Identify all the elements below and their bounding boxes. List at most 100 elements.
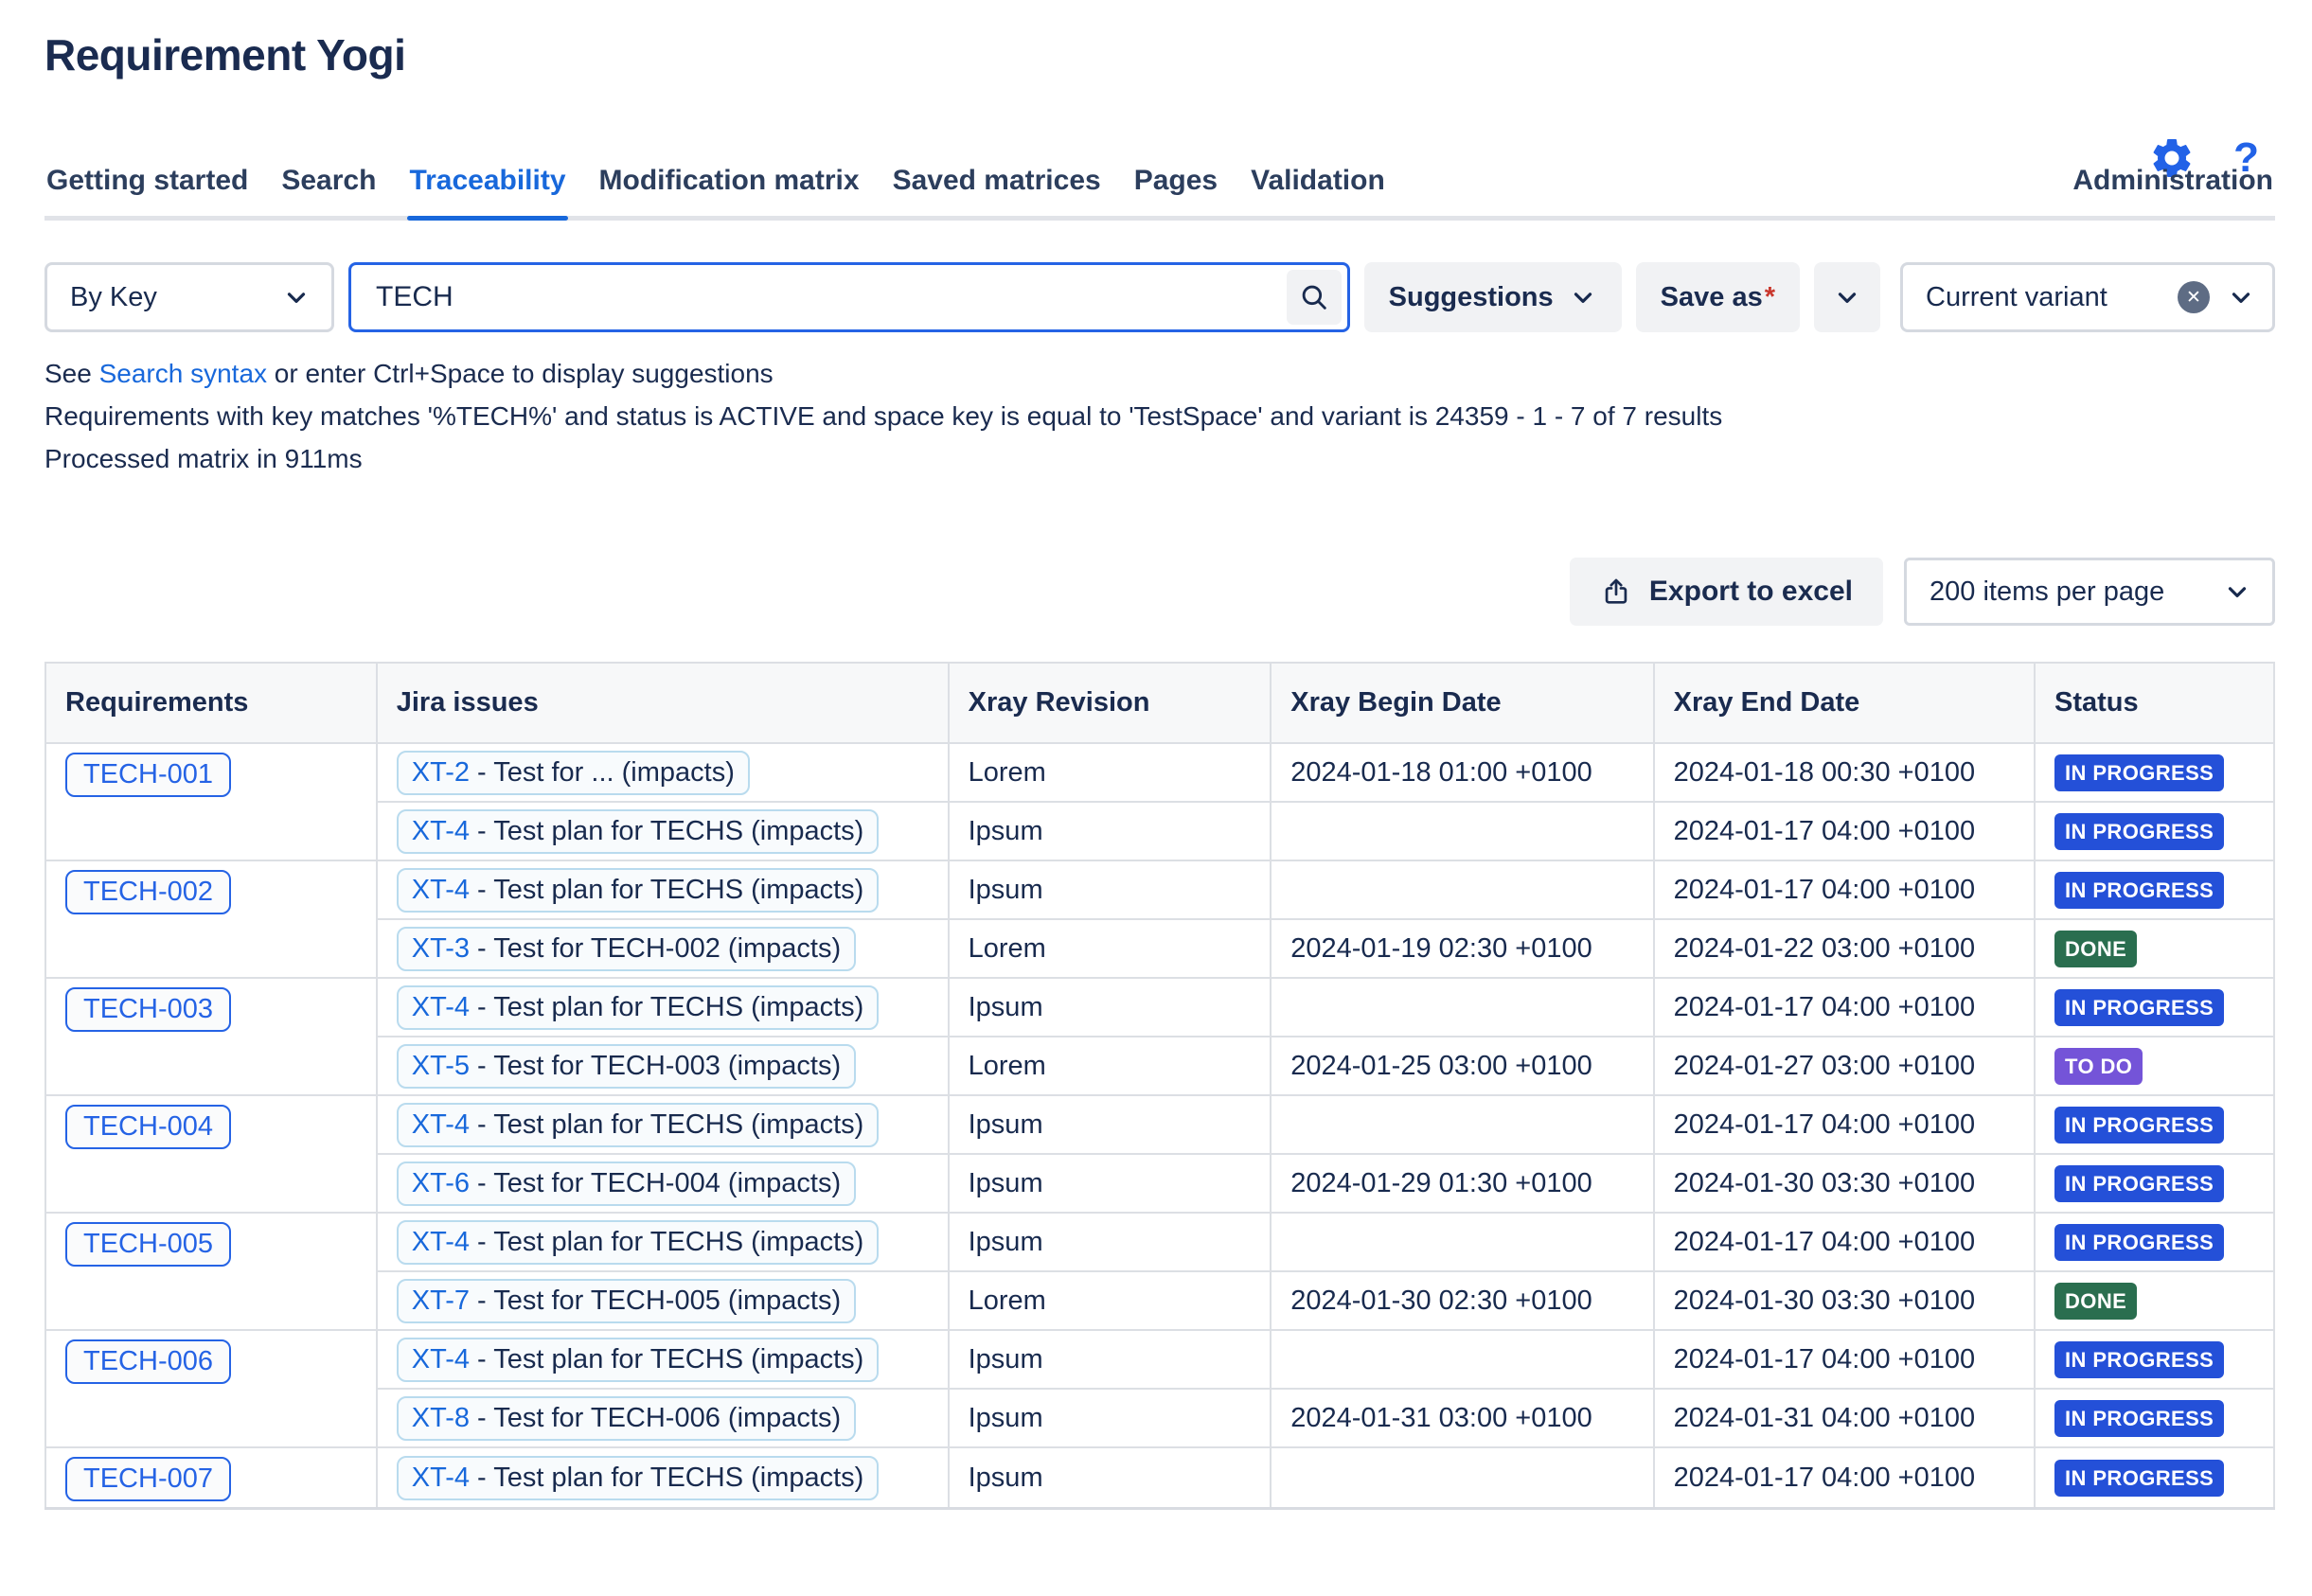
jira-issue-summary: - Test for TECH-003 (impacts) [470,1051,841,1081]
requirement-link[interactable]: TECH-001 [65,753,231,797]
begin-date-cell [1271,1213,1653,1271]
search-syntax-link[interactable]: Search syntax [99,359,267,388]
search-controls: By Key Suggestions Save as* [44,262,2275,332]
tab-pages[interactable]: Pages [1132,165,1219,216]
requirement-cell: TECH-002 [45,860,377,978]
scope-select[interactable]: By Key [44,262,334,332]
suggestions-button[interactable]: Suggestions [1364,262,1622,332]
status-badge: IN PROGRESS [2054,1165,2224,1202]
clear-variant-icon[interactable]: ✕ [2178,281,2210,313]
requirement-link[interactable]: TECH-006 [65,1339,231,1384]
jira-issue-cell: XT-4 - Test plan for TECHS (impacts) [377,1447,949,1509]
variant-select[interactable]: Current variant ✕ [1900,262,2275,332]
begin-date-cell: 2024-01-25 03:00 +0100 [1271,1037,1653,1095]
table-row: TECH-001 XT-2 - Test for ... (impacts) Lor… [45,743,2274,802]
jira-issue-key: XT-2 [412,757,470,788]
table-row: TECH-006 XT-4 - Test plan for TECHS (impa… [45,1330,2274,1389]
requirement-cell: TECH-003 [45,978,377,1095]
save-as-dropdown-button[interactable] [1814,262,1880,332]
status-badge: IN PROGRESS [2054,1460,2224,1497]
jira-issue-key: XT-4 [412,875,470,905]
jira-issue-key: XT-4 [412,1344,470,1374]
status-cell: IN PROGRESS [2035,802,2274,860]
jira-issue-cell: XT-2 - Test for ... (impacts) [377,743,949,802]
end-date-cell: 2024-01-17 04:00 +0100 [1654,802,2035,860]
jira-issue-summary: - Test plan for TECHS (impacts) [470,1227,863,1257]
jira-issue-summary: - Test for TECH-004 (impacts) [470,1168,841,1198]
jira-issue-cell: XT-4 - Test plan for TECHS (impacts) [377,802,949,860]
search-button[interactable] [1287,270,1342,325]
jira-issue-summary: - Test plan for TECHS (impacts) [470,992,863,1022]
col-jira-issues: Jira issues [377,663,949,743]
jira-issue-summary: - Test plan for TECHS (impacts) [470,1463,863,1493]
revision-cell: Lorem [949,743,1272,802]
tab-search[interactable]: Search [279,165,378,216]
tab-validation[interactable]: Validation [1249,165,1387,216]
jira-issue-key: XT-5 [412,1051,470,1081]
requirement-link[interactable]: TECH-002 [65,870,231,914]
jira-issue-link[interactable]: XT-8 - Test for TECH-006 (impacts) [397,1396,856,1441]
jira-issue-link[interactable]: XT-4 - Test plan for TECHS (impacts) [397,985,880,1030]
jira-issue-link[interactable]: XT-3 - Test for TECH-002 (impacts) [397,927,856,971]
table-header-row: Requirements Jira issues Xray Revision X… [45,663,2274,743]
jira-issue-link[interactable]: XT-4 - Test plan for TECHS (impacts) [397,1338,880,1382]
jira-issue-link[interactable]: XT-4 - Test plan for TECHS (impacts) [397,1103,880,1147]
jira-issue-link[interactable]: XT-4 - Test plan for TECHS (impacts) [397,1456,880,1500]
page-size-select[interactable]: 200 items per page [1904,558,2275,626]
requirement-link[interactable]: TECH-003 [65,987,231,1032]
requirement-cell: TECH-005 [45,1213,377,1330]
jira-issue-summary: - Test plan for TECHS (impacts) [470,1344,863,1374]
jira-issue-key: XT-6 [412,1168,470,1198]
status-cell: DONE [2035,1271,2274,1330]
requirement-link[interactable]: TECH-007 [65,1457,231,1501]
table-row: TECH-005 XT-4 - Test plan for TECHS (impa… [45,1213,2274,1271]
save-as-button[interactable]: Save as* [1636,262,1800,332]
jira-issue-link[interactable]: XT-2 - Test for ... (impacts) [397,751,750,795]
status-cell: IN PROGRESS [2035,860,2274,919]
jira-issue-summary: - Test for TECH-006 (impacts) [470,1403,841,1433]
jira-issue-link[interactable]: XT-6 - Test for TECH-004 (impacts) [397,1162,856,1206]
status-cell: IN PROGRESS [2035,1447,2274,1509]
jira-issue-cell: XT-5 - Test for TECH-003 (impacts) [377,1037,949,1095]
revision-cell: Lorem [949,1037,1272,1095]
requirement-cell: TECH-001 [45,743,377,860]
table-row: XT-4 - Test plan for TECHS (impacts)Ipsu… [45,802,2274,860]
begin-date-cell [1271,860,1653,919]
table-row: TECH-003 XT-4 - Test plan for TECHS (impa… [45,978,2274,1037]
jira-issue-cell: XT-4 - Test plan for TECHS (impacts) [377,978,949,1037]
end-date-cell: 2024-01-18 00:30 +0100 [1654,743,2035,802]
chevron-down-icon [1569,283,1597,311]
jira-issue-link[interactable]: XT-7 - Test for TECH-005 (impacts) [397,1279,856,1323]
jira-issue-link[interactable]: XT-4 - Test plan for TECHS (impacts) [397,809,880,854]
status-cell: IN PROGRESS [2035,743,2274,802]
tab-getting-started[interactable]: Getting started [44,165,250,216]
status-cell: IN PROGRESS [2035,1154,2274,1213]
tab-modification-matrix[interactable]: Modification matrix [597,165,862,216]
jira-issue-link[interactable]: XT-4 - Test plan for TECHS (impacts) [397,1220,880,1265]
end-date-cell: 2024-01-17 04:00 +0100 [1654,1447,2035,1509]
revision-cell: Ipsum [949,1447,1272,1509]
page-title: Requirement Yogi [44,28,2275,81]
begin-date-cell [1271,1447,1653,1509]
jira-issue-link[interactable]: XT-4 - Test plan for TECHS (impacts) [397,868,880,913]
export-to-excel-button[interactable]: Export to excel [1570,558,1883,626]
tab-administration[interactable]: Administration [2071,165,2275,216]
revision-cell: Ipsum [949,860,1272,919]
begin-date-cell: 2024-01-30 02:30 +0100 [1271,1271,1653,1330]
jira-issue-link[interactable]: XT-5 - Test for TECH-003 (impacts) [397,1044,856,1089]
processing-time: Processed matrix in 911ms [44,442,2275,476]
status-badge: IN PROGRESS [2054,1224,2224,1261]
chevron-down-icon [1833,283,1861,311]
requirement-link[interactable]: TECH-004 [65,1105,231,1149]
search-input[interactable] [374,280,1287,314]
tab-traceability[interactable]: Traceability [407,165,567,216]
begin-date-cell [1271,978,1653,1037]
jira-issue-summary: - Test plan for TECHS (impacts) [470,816,863,846]
table-row: XT-6 - Test for TECH-004 (impacts)Ipsum2… [45,1154,2274,1213]
jira-issue-summary: - Test for TECH-002 (impacts) [470,933,841,964]
end-date-cell: 2024-01-22 03:00 +0100 [1654,919,2035,978]
revision-cell: Lorem [949,1271,1272,1330]
tab-saved-matrices[interactable]: Saved matrices [891,165,1103,216]
requirement-link[interactable]: TECH-005 [65,1222,231,1267]
status-badge: IN PROGRESS [2054,872,2224,909]
